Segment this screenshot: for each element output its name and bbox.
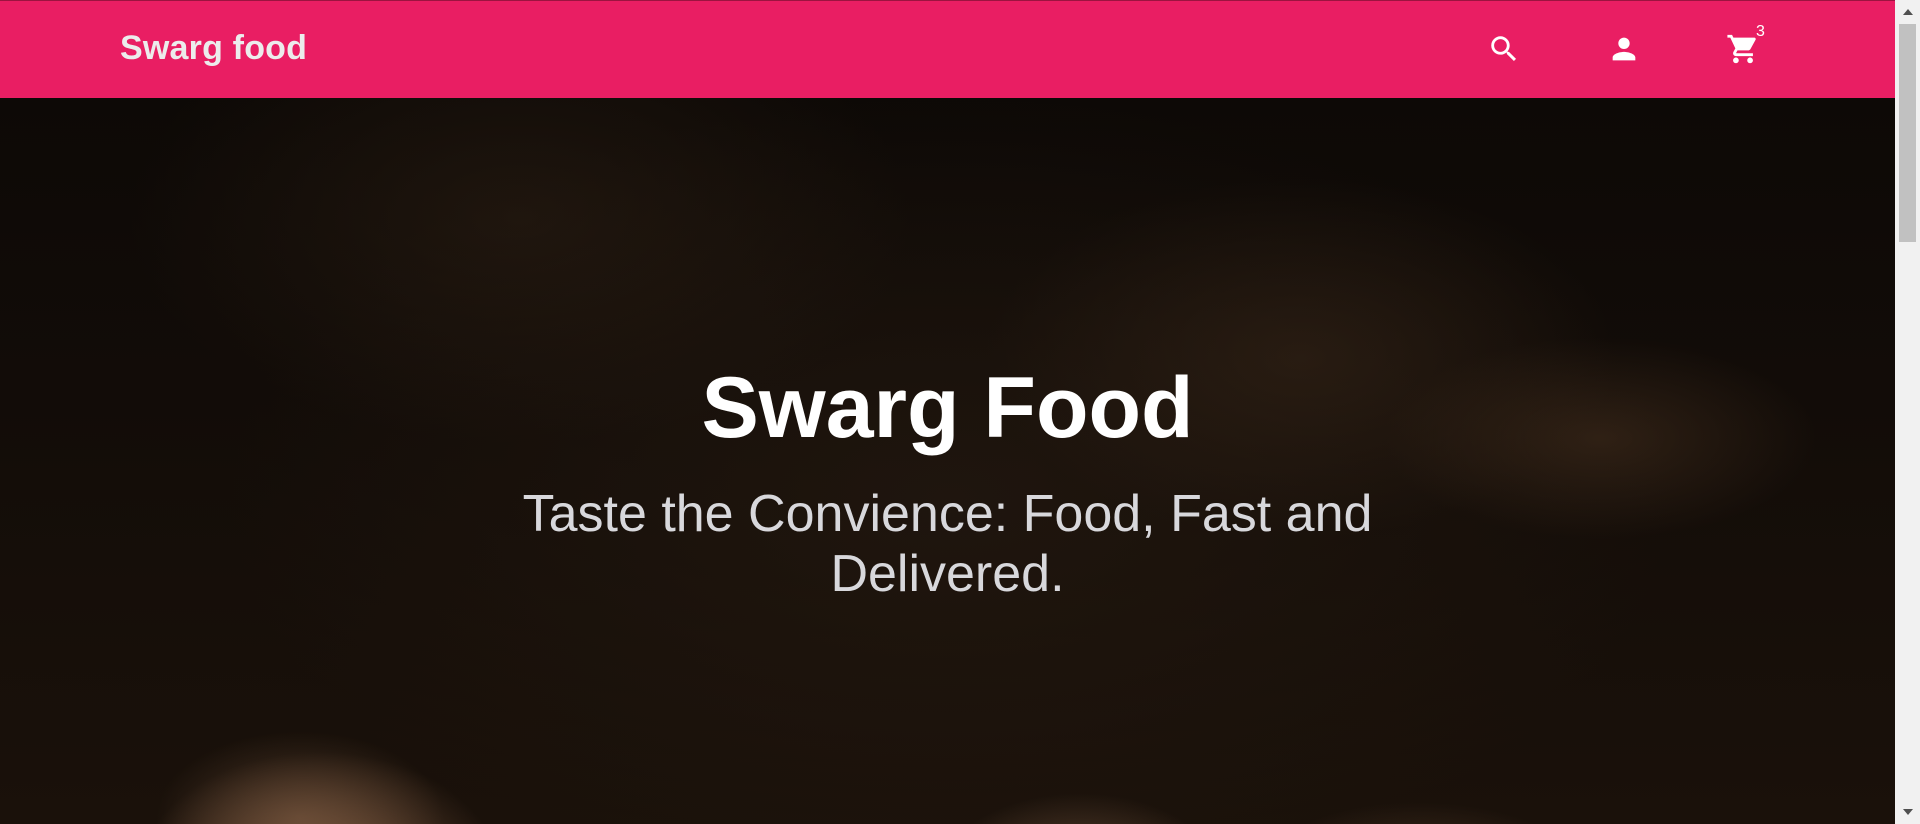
hero-banner [0,98,1895,824]
scroll-down-arrow-icon[interactable] [1895,802,1920,822]
cart-count-badge: 3 [1756,23,1765,40]
vertical-scrollbar[interactable] [1895,0,1920,824]
hero-title: Swarg Food [701,360,1194,456]
account-icon[interactable] [1606,31,1642,67]
search-icon[interactable] [1486,31,1522,67]
scrollbar-thumb[interactable] [1899,24,1916,242]
hero-subtitle: Taste the Convience: Food, Fast and Deli… [522,485,1373,603]
brand-logo-link[interactable]: Swarg food [120,29,307,68]
navbar: Swarg food 3 [0,0,1895,98]
scroll-up-arrow-icon[interactable] [1895,2,1920,22]
